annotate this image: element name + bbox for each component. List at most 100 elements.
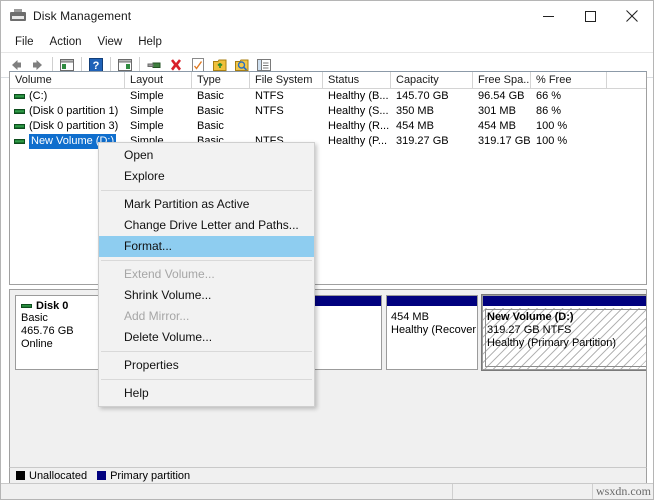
volume-cell[interactable]: (Disk 0 partition 3) <box>10 119 125 134</box>
layout-cell: Simple <box>130 120 164 132</box>
column-header-status[interactable]: Status <box>323 72 391 88</box>
close-button[interactable] <box>611 1 653 31</box>
partition-title: New Volume (D:) <box>487 311 574 323</box>
legend-swatch-unallocated <box>16 471 25 480</box>
status-bar: wsxdn.com <box>1 483 653 499</box>
menu-action[interactable]: Action <box>42 34 90 50</box>
context-menu-item-open[interactable]: Open <box>99 145 314 166</box>
disk-icon <box>21 304 32 308</box>
context-menu-item-mark-partition-as-active[interactable]: Mark Partition as Active <box>99 194 314 215</box>
column-header-type[interactable]: Type <box>192 72 250 88</box>
context-menu[interactable]: Open Explore Mark Partition as Active Ch… <box>98 142 315 407</box>
table-row[interactable]: (Disk 0 partition 1) Simple Basic NTFS H… <box>10 104 646 119</box>
context-menu-item-add-mirror: Add Mirror... <box>124 309 190 323</box>
status-cell: Healthy (S... <box>328 105 389 117</box>
free-space-cell: 301 MB <box>478 105 516 117</box>
free-space-cell: 96.54 GB <box>478 90 525 102</box>
menu-file[interactable]: File <box>7 34 42 50</box>
legend-label-unallocated: Unallocated <box>29 469 88 482</box>
partition-block[interactable]: 454 MB Healthy (Recover <box>386 295 478 370</box>
context-menu-separator <box>101 379 312 380</box>
context-menu-item-delete-volume[interactable]: Delete Volume... <box>99 327 314 348</box>
capacity-cell: 145.70 GB <box>396 90 449 102</box>
status-segment-middle <box>453 483 593 499</box>
column-header-layout[interactable]: Layout <box>125 72 192 88</box>
context-menu-item-explore[interactable]: Explore <box>99 166 314 187</box>
legend-label-primary-partition: Primary partition <box>110 469 191 482</box>
file-system-cell: NTFS <box>255 105 284 117</box>
free-space-cell: 319.17 GB <box>478 135 531 147</box>
disk-name: Disk 0 <box>36 300 69 312</box>
layout-cell: Simple <box>130 90 164 102</box>
volume-name: (C:) <box>29 90 48 102</box>
layout-cell: Simple <box>130 105 164 117</box>
column-header-empty[interactable] <box>607 72 646 88</box>
status-cell: Healthy (B... <box>328 90 389 102</box>
percent-free-cell: 66 % <box>536 90 562 102</box>
volume-list-header: Volume Layout Type File System Status Ca… <box>10 72 646 89</box>
partition-block-selected[interactable]: New Volume (D:) 319.27 GB NTFS Healthy (… <box>481 294 646 371</box>
free-space-cell: 454 MB <box>478 120 516 132</box>
type-cell: Basic <box>197 120 224 132</box>
partition-line2: Healthy (Primary Partition) <box>487 337 616 349</box>
watermark-text: wsxdn.com <box>596 484 651 498</box>
partition-line1: 454 MB <box>391 311 429 323</box>
minimize-button[interactable] <box>527 1 569 31</box>
column-header-capacity[interactable]: Capacity <box>391 72 473 88</box>
volume-cell[interactable]: (C:) <box>10 89 125 104</box>
context-menu-item-help[interactable]: Help <box>99 383 314 404</box>
disk-size: 465.76 GB <box>21 325 74 337</box>
status-cell: Healthy (R... <box>328 120 390 132</box>
percent-free-cell: 100 % <box>536 135 568 147</box>
partition-capacity-bar <box>483 296 646 307</box>
context-menu-item-format[interactable]: Format... <box>99 236 314 257</box>
partition-line1: 319.27 GB NTFS <box>487 324 572 336</box>
context-menu-separator <box>101 351 312 352</box>
percent-free-cell: 100 % <box>536 120 568 132</box>
column-header-volume[interactable]: Volume <box>10 72 125 88</box>
capacity-cell: 454 MB <box>396 120 434 132</box>
file-system-cell: NTFS <box>255 90 284 102</box>
column-header-percent-free[interactable]: % Free <box>531 72 607 88</box>
maximize-button[interactable] <box>569 1 611 31</box>
table-row[interactable]: (C:) Simple Basic NTFS Healthy (B... 145… <box>10 89 646 104</box>
capacity-cell: 350 MB <box>396 105 434 117</box>
disk-status: Online <box>21 338 53 350</box>
disk-management-icon <box>10 8 26 24</box>
volume-name: (Disk 0 partition 3) <box>29 120 119 132</box>
disk-management-window: Disk Management File Action View Help ? … <box>0 0 654 500</box>
column-header-free-space[interactable]: Free Spa... <box>473 72 531 88</box>
legend-item-unallocated: Unallocated <box>16 470 87 482</box>
type-cell: Basic <box>197 90 224 102</box>
menu-view[interactable]: View <box>90 34 131 50</box>
menu-bar: File Action View Help <box>1 31 653 53</box>
disk-info-box[interactable]: Disk 0 Basic 465.76 GB Online <box>15 295 107 370</box>
volume-cell[interactable]: (Disk 0 partition 1) <box>10 104 125 119</box>
volume-icon <box>14 109 25 114</box>
caption-buttons <box>527 1 653 31</box>
legend-swatch-primary-partition <box>97 471 107 480</box>
volume-icon <box>14 94 25 99</box>
context-menu-item-shrink-volume[interactable]: Shrink Volume... <box>99 285 314 306</box>
partition-capacity-bar <box>387 296 477 307</box>
volume-icon <box>14 124 25 129</box>
disk-name-line: Disk 0 <box>21 300 101 312</box>
window-title: Disk Management <box>33 9 132 23</box>
legend-item-primary-partition: Primary partition <box>97 470 190 482</box>
context-menu-separator <box>101 190 312 191</box>
volume-icon <box>14 139 25 144</box>
disk-type: Basic <box>21 312 48 324</box>
context-menu-item-change-drive-letter-and-paths[interactable]: Change Drive Letter and Paths... <box>99 215 314 236</box>
type-cell: Basic <box>197 105 224 117</box>
context-menu-item-properties[interactable]: Properties <box>99 355 314 376</box>
partition-line2: Healthy (Recover <box>391 324 476 336</box>
column-header-file-system[interactable]: File System <box>250 72 323 88</box>
capacity-cell: 319.27 GB <box>396 135 449 147</box>
status-segment-left <box>1 483 453 499</box>
legend-bar: Unallocated Primary partition <box>9 467 647 484</box>
percent-free-cell: 86 % <box>536 105 562 117</box>
table-row[interactable]: (Disk 0 partition 3) Simple Basic Health… <box>10 119 646 134</box>
volume-name: (Disk 0 partition 1) <box>29 105 119 117</box>
menu-help[interactable]: Help <box>130 34 170 50</box>
status-segment-right: wsxdn.com <box>593 484 653 499</box>
